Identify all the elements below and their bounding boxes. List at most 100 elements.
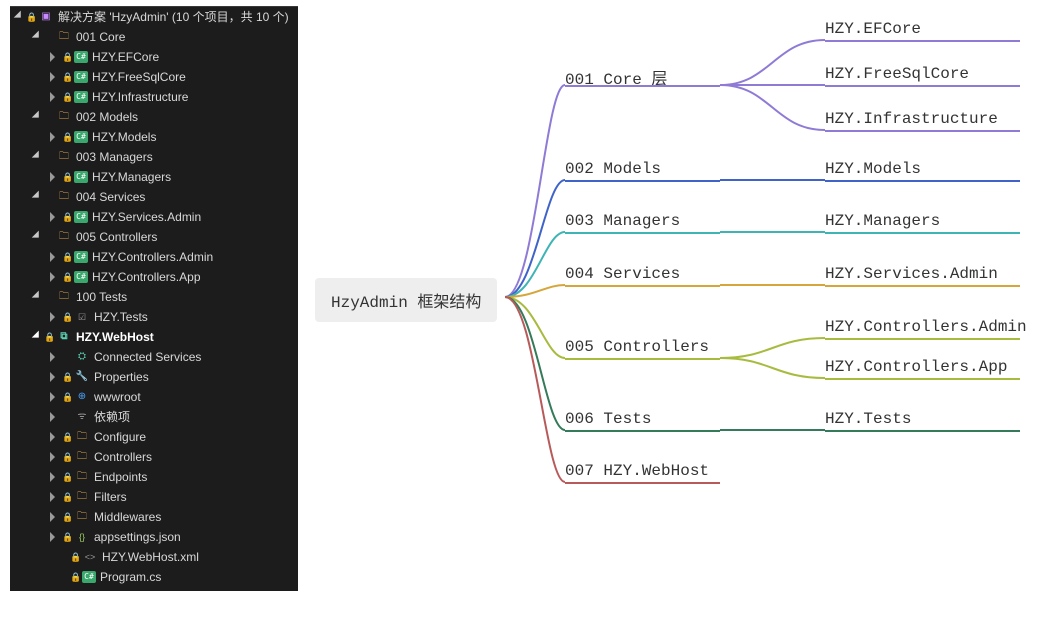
root[interactable]: 🔒▣解决方案 'HzyAdmin' (10 个项目，共 10 个) <box>10 7 298 27</box>
folder-003-managers[interactable]: 🗀003 Managers <box>10 147 298 167</box>
chevron-right-icon[interactable] <box>50 312 60 322</box>
leaf-3-0: HZY.Services.Admin <box>825 265 998 283</box>
file-webhost-xml[interactable]: 🔒<>HZY.WebHost.xml <box>10 547 298 567</box>
chevron-right-icon[interactable] <box>50 272 60 282</box>
tree-label: Middlewares <box>94 507 161 527</box>
chevron-right-icon[interactable] <box>50 452 60 462</box>
folder-icon: 🗀 <box>56 30 72 44</box>
folder-005-controllers[interactable]: 🗀005 Controllers <box>10 227 298 247</box>
lock-icon: 🔒 <box>62 367 72 387</box>
folderopen-icon: 🗀 <box>74 490 90 504</box>
connected-services[interactable]: ⛭Connected Services <box>10 347 298 367</box>
proj-infrastructure[interactable]: 🔒C#HZY.Infrastructure <box>10 87 298 107</box>
chevron-right-icon[interactable] <box>50 472 60 482</box>
chevron-right-icon[interactable] <box>50 132 60 142</box>
chevron-right-icon[interactable] <box>50 432 60 442</box>
folder-middlewares[interactable]: 🔒🗀Middlewares <box>10 507 298 527</box>
folder-icon: 🗀 <box>56 110 72 124</box>
chevron-right-icon[interactable] <box>50 92 60 102</box>
chevron-right-icon[interactable] <box>50 512 60 522</box>
proj-freesqlcore[interactable]: 🔒C# HZY.FreeSqlCore <box>10 67 298 87</box>
tree-label: 004 Services <box>76 187 145 207</box>
proj-tests[interactable]: 🔒☑HZY.Tests <box>10 307 298 327</box>
proj-icon: C# <box>74 271 88 283</box>
branch-2: 003 Managers <box>565 212 680 230</box>
branch-5: 006 Tests <box>565 410 651 428</box>
folder-controllers[interactable]: 🔒🗀Controllers <box>10 447 298 467</box>
cs-icon: C# <box>82 571 96 583</box>
tree-label: HZY.Controllers.App <box>92 267 201 287</box>
proj-efcore[interactable]: 🔒C#HZY.EFCore <box>10 47 298 67</box>
chevron-down-icon[interactable] <box>32 32 42 42</box>
leaf-4-1: HZY.Controllers.App <box>825 358 1007 376</box>
proj-icon: C# <box>74 251 88 263</box>
lock-icon: 🔒 <box>62 67 72 87</box>
folder-icon: 🗀 <box>56 150 72 164</box>
chevron-right-icon[interactable] <box>50 352 60 362</box>
chevron-right-icon[interactable] <box>50 252 60 262</box>
tree-label: HZY.Controllers.Admin <box>92 247 213 267</box>
proj-icon: C# <box>74 91 88 103</box>
proj-icon: ☑ <box>74 310 90 324</box>
proj-icon: C# <box>74 211 88 223</box>
underline <box>565 232 720 234</box>
folder-filters[interactable]: 🔒🗀Filters <box>10 487 298 507</box>
tree-label: HZY.WebHost.xml <box>102 547 199 567</box>
folder-configure[interactable]: 🔒🗀Configure <box>10 427 298 447</box>
solution-explorer[interactable]: 🔒▣解决方案 'HzyAdmin' (10 个项目，共 10 个) 🗀 001 Co… <box>10 6 298 591</box>
proj-managers[interactable]: 🔒C#HZY.Managers <box>10 167 298 187</box>
file-program[interactable]: 🔒C#Program.cs <box>10 567 298 587</box>
folder-002-models[interactable]: 🗀002 Models <box>10 107 298 127</box>
tree-label: HZY.Tests <box>94 307 148 327</box>
chevron-down-icon[interactable] <box>32 232 42 242</box>
chevron-right-icon[interactable] <box>50 412 60 422</box>
proj-icon: C# <box>74 131 88 143</box>
chevron-down-icon[interactable] <box>32 332 42 342</box>
properties[interactable]: 🔒🔧Properties <box>10 367 298 387</box>
tree-label: Configure <box>94 427 146 447</box>
chevron-down-icon[interactable] <box>32 112 42 122</box>
chevron-right-icon[interactable] <box>50 372 60 382</box>
chevron-right-icon[interactable] <box>50 52 60 62</box>
chevron-down-icon[interactable] <box>32 192 42 202</box>
underline <box>565 358 720 360</box>
tree-label: 依赖项 <box>94 407 130 427</box>
proj-webhost[interactable]: 🔒⧉HZY.WebHost <box>10 327 298 347</box>
tree-label: Controllers <box>94 447 152 467</box>
proj-controllers-admin[interactable]: 🔒C#HZY.Controllers.Admin <box>10 247 298 267</box>
lock-icon: 🔒 <box>70 547 80 567</box>
proj-services-admin[interactable]: 🔒C#HZY.Services.Admin <box>10 207 298 227</box>
chevron-right-icon[interactable] <box>50 212 60 222</box>
chevron-right-icon[interactable] <box>50 172 60 182</box>
tree-label: 100 Tests <box>76 287 127 307</box>
wwwroot[interactable]: 🔒⊕wwwroot <box>10 387 298 407</box>
branch-6: 007 HZY.WebHost <box>565 462 709 480</box>
folder-001-core[interactable]: 🗀 001 Core <box>10 27 298 47</box>
proj-controllers-app[interactable]: 🔒C#HZY.Controllers.App <box>10 267 298 287</box>
dependencies[interactable]: ᯤ依赖项 <box>10 407 298 427</box>
chevron-down-icon[interactable] <box>14 12 24 22</box>
chevron-right-icon[interactable] <box>50 392 60 402</box>
folder-004-services[interactable]: 🗀004 Services <box>10 187 298 207</box>
tree-label: HZY.FreeSqlCore <box>92 67 186 87</box>
lock-icon: 🔒 <box>62 447 72 467</box>
chevron-right-icon[interactable] <box>50 72 60 82</box>
chevron-down-icon[interactable] <box>32 292 42 302</box>
chevron-down-icon[interactable] <box>32 152 42 162</box>
leaf-5-0: HZY.Tests <box>825 410 911 428</box>
underline <box>825 85 1020 87</box>
proj-icon: C# <box>74 71 88 83</box>
connected-icon: ⛭ <box>74 350 90 364</box>
tree-label: HZY.WebHost <box>76 327 154 347</box>
folder-endpoints[interactable]: 🔒🗀Endpoints <box>10 467 298 487</box>
underline <box>565 85 720 87</box>
tree-label: 001 Core <box>76 27 125 47</box>
chevron-right-icon[interactable] <box>50 492 60 502</box>
tree-label: Properties <box>94 367 149 387</box>
tree-label: wwwroot <box>94 387 141 407</box>
chevron-right-icon[interactable] <box>50 532 60 542</box>
lock-icon: 🔒 <box>62 527 72 547</box>
folder-100-tests[interactable]: 🗀100 Tests <box>10 287 298 307</box>
file-appsettings[interactable]: 🔒{}appsettings.json <box>10 527 298 547</box>
proj-models[interactable]: 🔒C#HZY.Models <box>10 127 298 147</box>
